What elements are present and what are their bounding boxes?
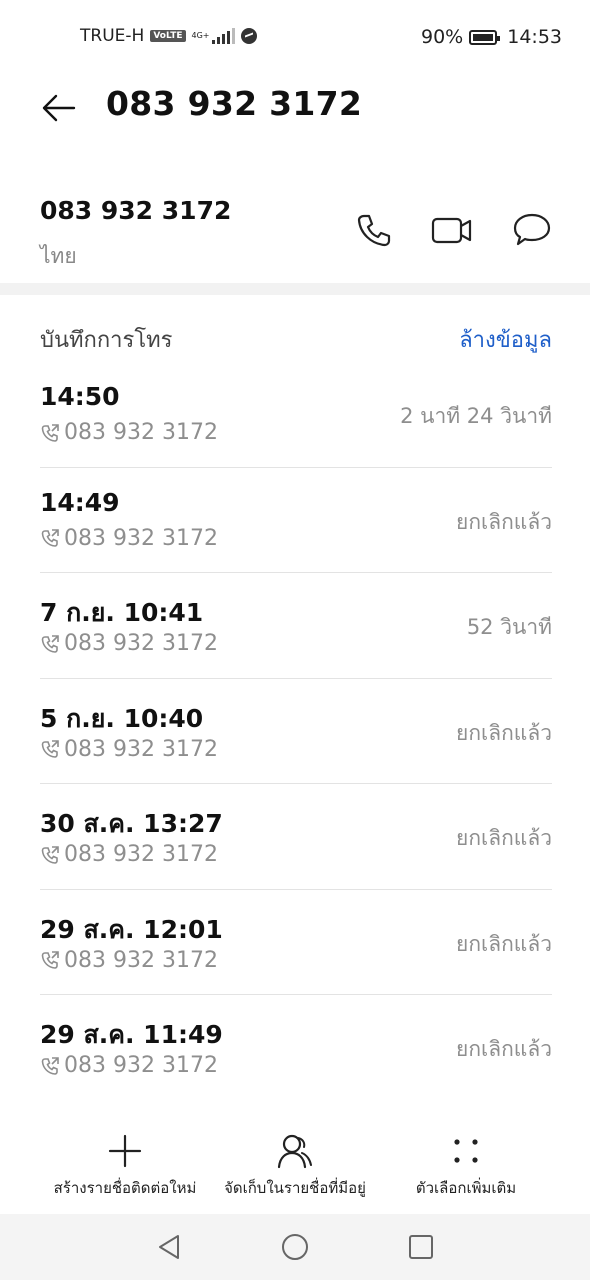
call-log-entry[interactable]: 29 ส.ค. 11:49 083 932 3172 ยกเลิกแล้ว <box>40 995 552 1101</box>
call-status: ยกเลิกแล้ว <box>456 509 552 534</box>
call-time: 14:50 <box>40 382 120 411</box>
carrier-name: TRUE-H <box>80 26 145 46</box>
volte-badge: VoLTE <box>150 30 186 42</box>
call-time: 29 ส.ค. 11:49 <box>40 1020 223 1049</box>
call-number: 083 932 3172 <box>40 526 218 551</box>
save-to-existing-button[interactable]: จัดเก็บในรายชื่อที่มีอยู่ <box>195 1130 395 1200</box>
call-log-title: บันทึกการโทร <box>40 328 173 353</box>
clock: 14:53 <box>507 26 562 48</box>
call-number-text: 083 932 3172 <box>64 631 218 656</box>
back-arrow-icon[interactable] <box>38 88 78 128</box>
more-dots-icon <box>366 1130 566 1172</box>
call-log-entry[interactable]: 5 ก.ย. 10:40 083 932 3172 ยกเลิกแล้ว <box>40 679 552 784</box>
nav-recents-icon[interactable] <box>406 1232 436 1262</box>
call-number: 083 932 3172 <box>40 420 218 445</box>
more-options-label: ตัวเลือกเพิ่มเติม <box>415 1179 517 1197</box>
outgoing-call-icon <box>41 423 59 442</box>
outgoing-call-icon <box>41 951 59 969</box>
outgoing-call-icon <box>41 740 59 758</box>
call-log-entry[interactable]: 29 ส.ค. 12:01 083 932 3172 ยกเลิกแล้ว <box>40 890 552 995</box>
nav-home-icon[interactable] <box>280 1232 310 1262</box>
bottom-toolbar: สร้างรายชื่อติดต่อใหม่ จัดเก็บในรายชื่อท… <box>0 1130 590 1210</box>
save-to-existing-label: จัดเก็บในรายชื่อที่มีอยู่ <box>224 1179 366 1197</box>
call-log-entry[interactable]: 14:50 083 932 3172 2 นาที 24 วินาที <box>40 362 552 468</box>
call-status: ยกเลิกแล้ว <box>456 826 552 850</box>
call-number: 083 932 3172 <box>40 1053 218 1078</box>
outgoing-call-icon <box>41 529 59 547</box>
video-icon[interactable] <box>430 208 474 252</box>
call-number: 083 932 3172 <box>40 737 218 762</box>
network-type: 4G+ <box>191 31 210 40</box>
contact-number: 083 932 3172 <box>40 196 232 225</box>
contact-location: ไทย <box>40 244 77 268</box>
phone-icon[interactable] <box>352 208 396 252</box>
nav-back-icon[interactable] <box>154 1232 184 1262</box>
call-status: 52 วินาที <box>466 615 552 639</box>
call-time: 14:49 <box>40 487 120 517</box>
call-number-text: 083 932 3172 <box>64 525 218 551</box>
contact-card: 083 932 3172 ไทย <box>0 180 590 280</box>
call-number: 083 932 3172 <box>40 842 218 867</box>
messenger-icon <box>240 28 257 44</box>
call-time: 29 ส.ค. 12:01 <box>40 914 223 944</box>
call-number-text: 083 932 3172 <box>64 1053 218 1078</box>
clear-log-button[interactable]: ล้างข้อมูล <box>459 322 552 357</box>
signal-icon <box>211 28 235 44</box>
section-divider <box>0 283 590 295</box>
status-bar: TRUE-H VoLTE 4G+ 90% 14:53 <box>0 0 590 72</box>
person-icon <box>195 1130 395 1172</box>
call-number: 083 932 3172 <box>40 948 218 973</box>
outgoing-call-icon <box>41 845 59 864</box>
battery-icon <box>469 29 501 45</box>
status-left: TRUE-H VoLTE 4G+ <box>80 26 257 46</box>
call-log-entry[interactable]: 14:49 083 932 3172 ยกเลิกแล้ว <box>40 468 552 573</box>
outgoing-call-icon <box>41 1056 59 1075</box>
more-options-button[interactable]: ตัวเลือกเพิ่มเติม <box>366 1130 566 1200</box>
call-number-text: 083 932 3172 <box>64 736 218 762</box>
call-number-text: 083 932 3172 <box>64 842 218 867</box>
call-status: ยกเลิกแล้ว <box>456 931 552 956</box>
call-status: 2 นาที 24 วินาที <box>400 404 552 428</box>
call-log-entry[interactable]: 30 ส.ค. 13:27 083 932 3172 ยกเลิกแล้ว <box>40 784 552 890</box>
call-number-text: 083 932 3172 <box>64 420 218 445</box>
outgoing-call-icon <box>41 634 59 653</box>
call-time: 30 ส.ค. 13:27 <box>40 809 223 838</box>
call-log-entry[interactable]: 7 ก.ย. 10:41 083 932 3172 52 วินาที <box>40 573 552 679</box>
call-status: ยกเลิกแล้ว <box>456 720 552 745</box>
system-nav-bar <box>0 1214 590 1280</box>
status-right: 90% 14:53 <box>421 26 562 48</box>
call-number: 083 932 3172 <box>40 631 218 656</box>
page-title: 083 932 3172 <box>106 84 363 123</box>
message-icon[interactable] <box>510 208 554 252</box>
call-time: 7 ก.ย. 10:41 <box>40 598 204 627</box>
call-log-list: 14:50 083 932 3172 2 นาที 24 วินาที 14:4… <box>40 362 552 1101</box>
call-number-text: 083 932 3172 <box>64 947 218 973</box>
battery-percent: 90% <box>421 26 464 48</box>
call-status: ยกเลิกแล้ว <box>456 1037 552 1061</box>
call-time: 5 ก.ย. 10:40 <box>40 703 204 733</box>
call-log-header: บันทึกการโทร ล้างข้อมูล <box>40 322 552 358</box>
app-header: 083 932 3172 <box>0 72 590 142</box>
